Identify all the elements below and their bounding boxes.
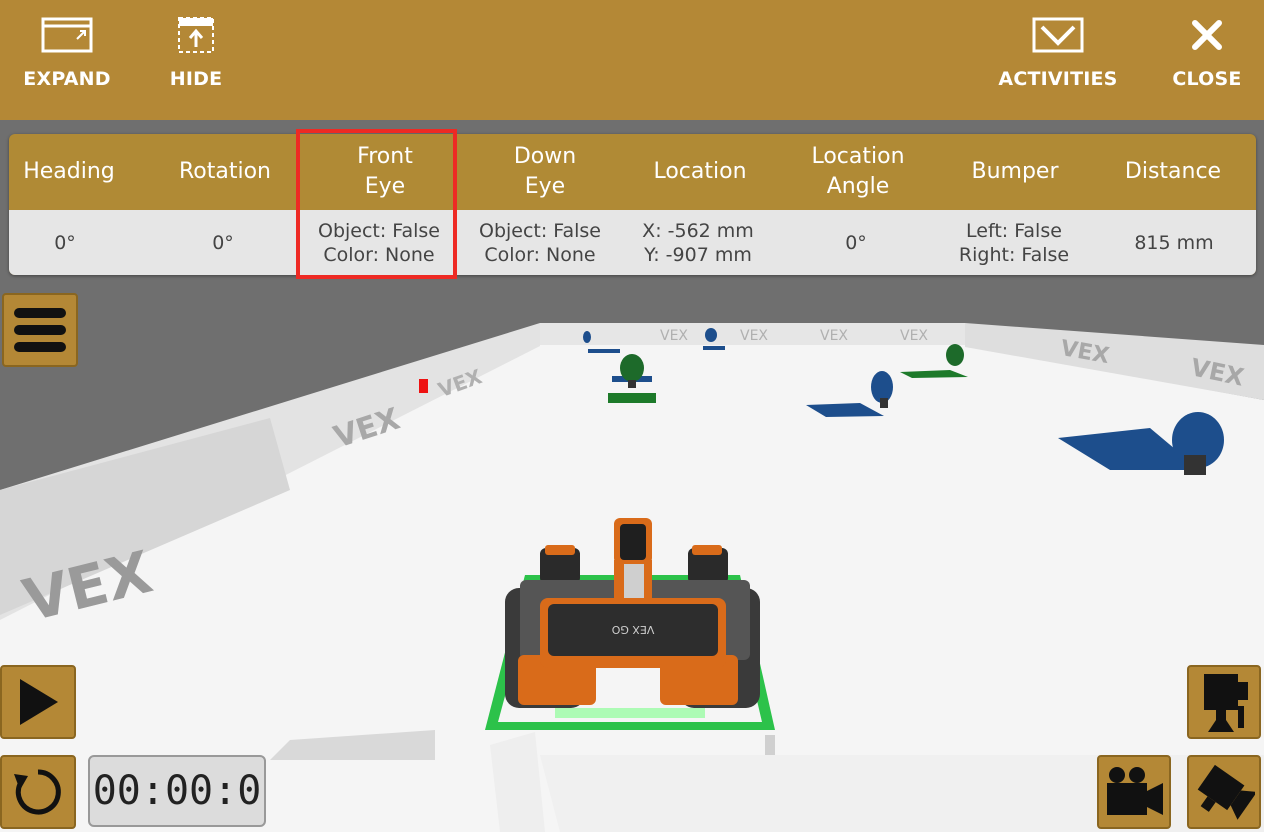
top-camera-icon bbox=[1204, 674, 1248, 732]
green-pad bbox=[608, 393, 656, 403]
close-button[interactable]: CLOSE bbox=[1168, 0, 1246, 120]
expand-label: EXPAND bbox=[23, 68, 111, 90]
robot-label: VEX GO bbox=[611, 623, 654, 636]
header-down-eye: Down Eye bbox=[513, 144, 577, 199]
play-button[interactable] bbox=[0, 665, 76, 739]
angled-camera-button[interactable] bbox=[1187, 755, 1261, 829]
play-icon bbox=[20, 679, 58, 725]
activities-button[interactable]: ACTIVITIES bbox=[996, 0, 1120, 120]
header-rotation: Rotation bbox=[178, 159, 271, 184]
header-location: Location bbox=[653, 159, 747, 184]
close-label: CLOSE bbox=[1172, 68, 1242, 90]
header-heading: Heading bbox=[23, 159, 115, 184]
playground-scene: VEX VEX VEX VEX VEX VEX VEX VEX VEX VEX … bbox=[0, 288, 1264, 832]
top-camera-button[interactable] bbox=[1187, 665, 1261, 739]
value-front-eye: Object: False Color: None bbox=[317, 219, 440, 266]
value-location: X: -562 mm Y: -907 mm bbox=[642, 219, 754, 266]
menu-button[interactable] bbox=[2, 293, 78, 367]
wall-logo: VEX bbox=[660, 328, 688, 344]
timer-display: 00:00:0 bbox=[88, 755, 266, 827]
reset-icon bbox=[14, 769, 61, 815]
reset-button[interactable] bbox=[0, 755, 76, 829]
header-location-angle: Location Angle bbox=[811, 144, 905, 199]
wall-logo: VEX bbox=[900, 328, 928, 344]
hamburger-menu-icon bbox=[14, 308, 66, 352]
value-location-angle: 0° bbox=[845, 231, 867, 254]
header-front-eye: Front Eye bbox=[357, 144, 413, 199]
telemetry-values-row: 0° 0° Object: False Color: None Object: … bbox=[9, 210, 1256, 275]
green-disk bbox=[620, 354, 644, 382]
value-heading: 0° bbox=[54, 231, 76, 254]
top-toolbar: EXPAND HIDE ACTIVITIES CLOSE bbox=[0, 0, 1264, 120]
value-distance: 815 mm bbox=[1134, 231, 1214, 254]
wall-logo: VEX bbox=[820, 328, 848, 344]
close-x-icon bbox=[1190, 14, 1224, 56]
telemetry-panel: Heading Rotation Front Eye Down Eye Loca… bbox=[9, 134, 1256, 275]
angled-camera-icon bbox=[1197, 764, 1255, 820]
value-rotation: 0° bbox=[212, 231, 234, 254]
expand-window-icon bbox=[41, 14, 93, 56]
header-distance: Distance bbox=[1124, 159, 1222, 184]
follow-camera-icon bbox=[1107, 767, 1163, 815]
red-marker bbox=[419, 379, 428, 393]
activities-label: ACTIVITIES bbox=[998, 68, 1118, 90]
header-bumper: Bumper bbox=[971, 159, 1059, 184]
value-bumper: Left: False Right: False bbox=[958, 219, 1070, 266]
value-down-eye: Object: False Color: None bbox=[478, 219, 601, 266]
hide-label: HIDE bbox=[169, 68, 223, 90]
hide-button[interactable]: HIDE bbox=[150, 0, 242, 120]
green-disk bbox=[946, 344, 964, 366]
wall-logo: VEX bbox=[740, 328, 768, 344]
expand-button[interactable]: EXPAND bbox=[18, 0, 116, 120]
follow-camera-button[interactable] bbox=[1097, 755, 1171, 829]
hide-panel-icon bbox=[177, 14, 215, 56]
activities-inbox-icon bbox=[1032, 14, 1084, 56]
